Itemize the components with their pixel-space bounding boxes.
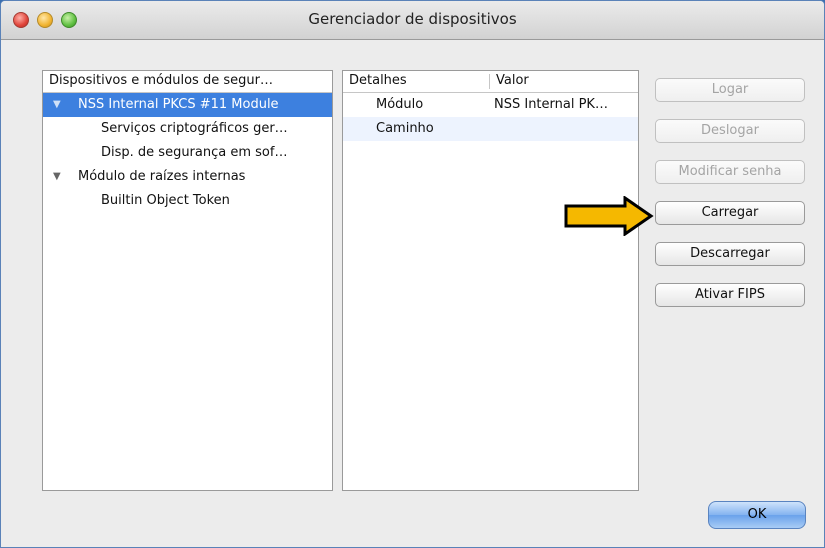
carregar-button[interactable]: Carregar	[655, 201, 805, 225]
tree-item-builtin-object-token[interactable]: Builtin Object Token	[43, 189, 332, 213]
detail-name: Módulo	[376, 97, 424, 112]
ok-button[interactable]: OK	[708, 501, 806, 529]
table-row[interactable]: Caminho	[343, 117, 638, 141]
disclosure-triangle-down-icon[interactable]: ▼	[53, 93, 65, 117]
window-title: Gerenciador de dispositivos	[308, 10, 517, 28]
tree-item-label: Serviços criptográficos ger…	[101, 121, 288, 136]
column-header-valor[interactable]: Valor	[490, 71, 630, 91]
modificar-senha-button[interactable]: Modificar senha	[655, 160, 805, 184]
devices-tree[interactable]: Dispositivos e módulos de segur… ▼ NSS I…	[42, 70, 333, 491]
descarregar-button[interactable]: Descarregar	[655, 242, 805, 266]
details-header: Detalhes Valor	[343, 71, 638, 93]
title-bar[interactable]: Gerenciador de dispositivos	[1, 1, 824, 40]
deslogar-button[interactable]: Deslogar	[655, 119, 805, 143]
tree-item-label: NSS Internal PKCS #11 Module	[78, 97, 279, 112]
yellow-arrow-right-icon	[564, 196, 654, 236]
column-header-detalhes[interactable]: Detalhes	[343, 71, 489, 91]
ativar-fips-button[interactable]: Ativar FIPS	[655, 283, 805, 307]
tree-item-label: Disp. de segurança em sof…	[101, 145, 288, 160]
detail-value: NSS Internal PK…	[494, 97, 608, 112]
disclosure-triangle-down-icon[interactable]: ▼	[53, 165, 65, 189]
tree-item-modulo-raizes[interactable]: ▼ Módulo de raízes internas	[43, 165, 332, 189]
tree-header-label: Dispositivos e módulos de segur…	[49, 73, 273, 88]
tree-header[interactable]: Dispositivos e módulos de segur…	[43, 71, 332, 93]
tree-item-label: Builtin Object Token	[101, 193, 230, 208]
tree-item-nss-internal-module[interactable]: ▼ NSS Internal PKCS #11 Module	[43, 93, 332, 117]
tree-item-disp-seguranca[interactable]: Disp. de segurança em sof…	[43, 141, 332, 165]
tree-item-label: Módulo de raízes internas	[78, 169, 246, 184]
detail-name: Caminho	[376, 121, 434, 136]
details-table[interactable]: Detalhes Valor Módulo NSS Internal PK… C…	[342, 70, 639, 491]
table-row[interactable]: Módulo NSS Internal PK…	[343, 93, 638, 117]
tree-item-servicos-criptograficos[interactable]: Serviços criptográficos ger…	[43, 117, 332, 141]
logar-button[interactable]: Logar	[655, 78, 805, 102]
device-manager-window: Gerenciador de dispositivos Dispositivos…	[0, 0, 825, 548]
